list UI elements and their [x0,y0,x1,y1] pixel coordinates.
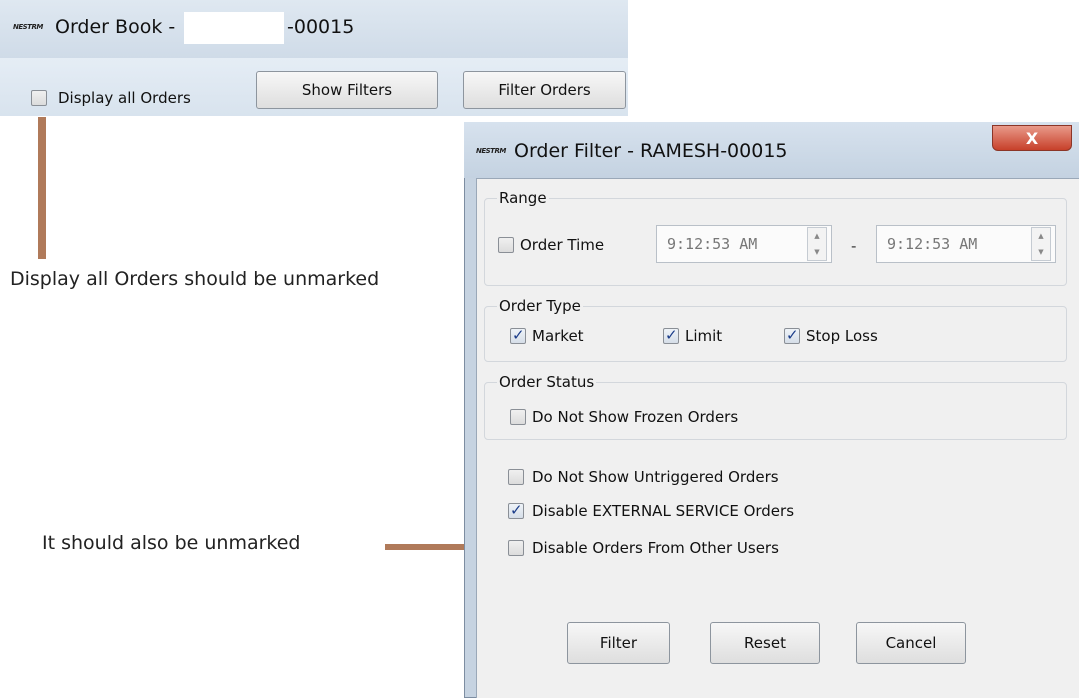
market-label: Market [532,327,584,345]
dialog-title: Order Filter - RAMESH-00015 [514,140,788,162]
annotation-note-display-all: Display all Orders should be unmarked [10,268,380,290]
spin-down-icon[interactable]: ▼ [808,244,826,260]
order-book-title: Order Book - [55,16,176,38]
display-all-orders-checkbox[interactable] [31,90,47,106]
order-book-title-suffix: -00015 [287,16,355,38]
limit-checkbox[interactable] [663,326,679,344]
external-service-checkbox[interactable] [508,501,524,519]
order-status-legend: Order Status [497,373,597,391]
show-filters-button[interactable]: Show Filters [256,71,438,109]
spin-down-icon[interactable]: ▼ [1032,244,1050,260]
dialog-logo-icon: NESTRM [476,147,506,155]
limit-label: Limit [685,327,723,345]
to-time-input[interactable]: 9:12:53 AM [876,225,1056,263]
annotation-note-other-users: It should also be unmarked [42,532,301,554]
order-type-legend: Order Type [497,297,583,315]
order-time-checkbox[interactable] [498,237,514,253]
untriggered-orders-checkbox[interactable] [508,469,524,485]
stop-loss-checkbox[interactable] [784,326,800,344]
order-time-label: Order Time [520,236,605,254]
annotation-arrow-vertical [38,117,46,259]
reset-button[interactable]: Reset [710,622,820,664]
display-all-orders-label: Display all Orders [58,89,191,107]
redacted-username [184,12,284,44]
close-button[interactable]: X [992,125,1072,151]
from-time-input[interactable]: 9:12:53 AM [656,225,832,263]
other-users-label: Disable Orders From Other Users [532,539,779,557]
untriggered-orders-label: Do Not Show Untriggered Orders [532,468,779,486]
stop-loss-label: Stop Loss [806,327,878,345]
app-logo-icon: NESTRM [13,23,43,31]
close-icon: X [1025,128,1039,148]
other-users-checkbox[interactable] [508,540,524,556]
frozen-orders-checkbox[interactable] [510,409,526,425]
spin-up-icon[interactable]: ▲ [808,228,826,244]
to-time-spinner[interactable]: ▲ ▼ [1031,227,1051,261]
filter-button[interactable]: Filter [567,622,670,664]
frozen-orders-label: Do Not Show Frozen Orders [532,408,739,426]
external-service-label: Disable EXTERNAL SERVICE Orders [532,502,795,520]
range-legend: Range [497,189,549,207]
time-range-separator: - [851,237,857,255]
spin-up-icon[interactable]: ▲ [1032,228,1050,244]
filter-orders-button[interactable]: Filter Orders [463,71,626,109]
from-time-spinner[interactable]: ▲ ▼ [807,227,827,261]
cancel-button[interactable]: Cancel [856,622,966,664]
market-checkbox[interactable] [510,326,526,344]
